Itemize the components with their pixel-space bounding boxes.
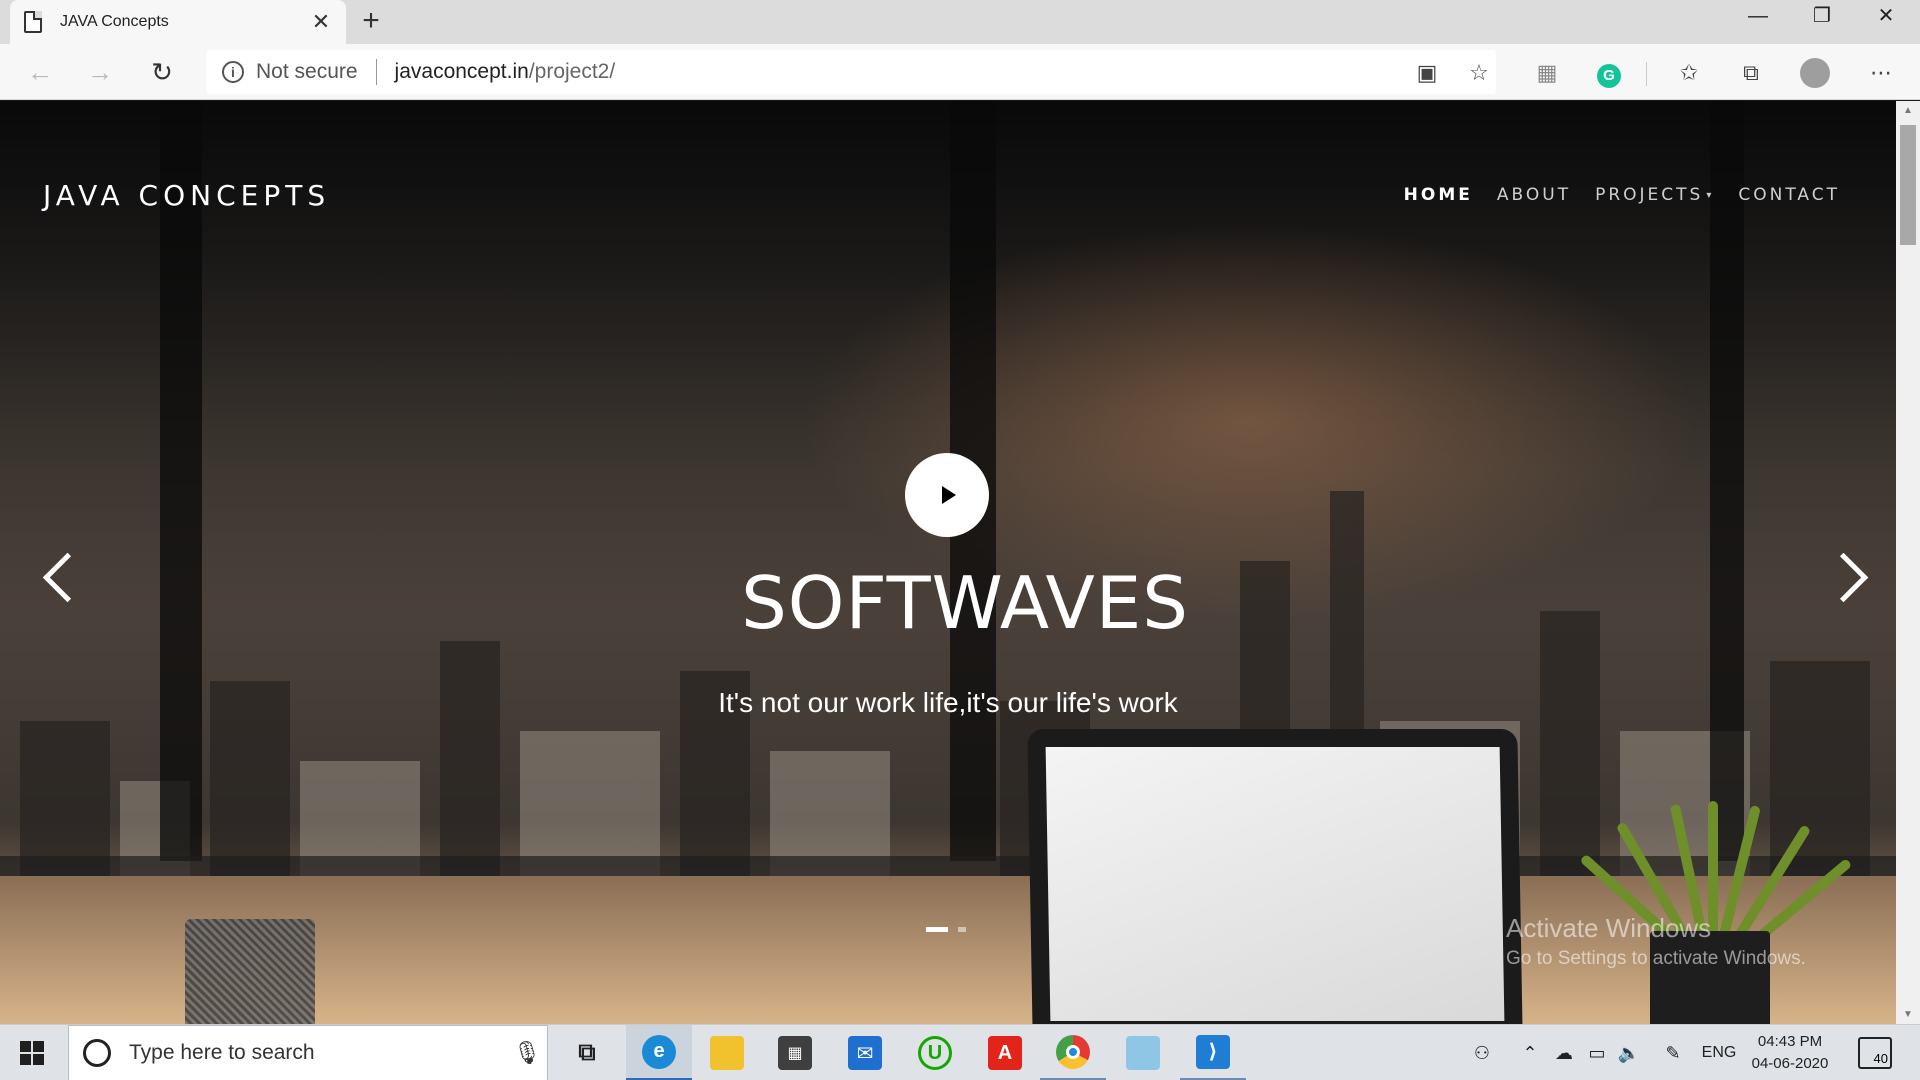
restore-button[interactable]: ❐ xyxy=(1790,0,1854,32)
activate-windows-watermark: Activate Windows Go to Settings to activ… xyxy=(1506,913,1806,970)
play-icon xyxy=(942,486,956,504)
grammarly-icon[interactable]: G xyxy=(1594,58,1624,88)
pencil-cup-image xyxy=(185,919,315,1025)
grammarly-badge: G xyxy=(1597,64,1621,88)
nav-about[interactable]: ABOUT xyxy=(1497,185,1571,205)
profile-avatar-icon[interactable] xyxy=(1800,58,1830,88)
windows-start-icon[interactable] xyxy=(14,1037,54,1069)
edge-icon: e xyxy=(642,1034,676,1069)
people-icon[interactable]: ⚇ xyxy=(1464,1025,1500,1080)
new-tab-button[interactable]: + xyxy=(356,6,386,36)
site-logo[interactable]: JAVA CONCEPTS xyxy=(43,179,330,212)
nav-home[interactable]: HOME xyxy=(1404,185,1473,205)
taskbar-search-input[interactable]: Type here to search 🎙 xyxy=(68,1025,548,1080)
folder-icon xyxy=(710,1036,744,1070)
upwork-taskbar-icon[interactable]: U xyxy=(902,1025,968,1080)
chrome-center xyxy=(1066,1044,1080,1059)
vscode-icon: ⟩ xyxy=(1196,1034,1230,1069)
security-label: Not secure xyxy=(256,60,358,83)
tab-strip: JAVA Concepts ✕ + — ❐ ✕ xyxy=(0,0,1920,44)
notepad-taskbar-icon[interactable] xyxy=(1110,1025,1176,1080)
notepad-icon xyxy=(1126,1036,1160,1070)
watermark-title: Activate Windows xyxy=(1506,913,1712,943)
chevron-up-icon[interactable]: ⌃ xyxy=(1516,1025,1544,1080)
pen-icon[interactable]: ✎ xyxy=(1656,1025,1690,1080)
laptop-image xyxy=(1027,729,1523,1025)
onedrive-icon[interactable]: ☁ xyxy=(1548,1025,1580,1080)
favorite-star-icon[interactable]: ☆ xyxy=(1464,58,1494,88)
window-frame xyxy=(160,101,202,861)
minimize-button[interactable]: — xyxy=(1726,0,1790,32)
forward-button[interactable]: → xyxy=(84,56,116,88)
acrobat-taskbar-icon[interactable]: A xyxy=(972,1025,1038,1080)
browser-tab[interactable]: JAVA Concepts ✕ xyxy=(10,0,346,44)
back-button[interactable]: ← xyxy=(24,56,56,88)
chevron-down-icon: ▾ xyxy=(1706,189,1715,201)
clock-date: 04-06-2020 xyxy=(1751,1055,1829,1072)
taskbar: Type here to search 🎙 ⧉ e ▦ ✉ U A ⟩ ⚇ ⌃ … xyxy=(0,1024,1920,1080)
battery-icon[interactable]: ▭ xyxy=(1582,1025,1612,1080)
play-video-button[interactable] xyxy=(905,453,989,537)
carousel-indicator-2[interactable] xyxy=(958,927,966,932)
cortana-icon xyxy=(83,1039,111,1067)
refresh-button[interactable]: ↻ xyxy=(146,56,178,88)
collections-icon[interactable]: ⧉ xyxy=(1736,58,1766,88)
task-view-icon[interactable]: ⧉ xyxy=(554,1025,620,1080)
favorites-icon[interactable]: ✩ xyxy=(1674,58,1704,88)
notification-center-icon[interactable]: 40 xyxy=(1858,1037,1892,1069)
site-nav: HOME ABOUT PROJECTS ▾ CONTACT xyxy=(1404,185,1840,205)
search-placeholder: Type here to search xyxy=(129,1041,315,1064)
upwork-icon: U xyxy=(918,1036,952,1070)
carousel-indicator-1[interactable] xyxy=(926,927,948,932)
mail-icon: ✉ xyxy=(848,1036,882,1070)
notification-count: 40 xyxy=(1873,1051,1888,1066)
task-view-glyph: ⧉ xyxy=(578,1039,596,1066)
file-explorer-taskbar-icon[interactable] xyxy=(694,1025,760,1080)
read-aloud-icon[interactable]: ▣ xyxy=(1412,58,1442,88)
chrome-taskbar-icon[interactable] xyxy=(1040,1025,1106,1080)
scroll-down-icon[interactable]: ▼ xyxy=(1896,1005,1920,1025)
close-window-button[interactable]: ✕ xyxy=(1854,0,1918,32)
page-icon xyxy=(24,11,42,33)
info-icon[interactable]: i xyxy=(222,61,244,83)
avatar xyxy=(1800,58,1830,88)
url-text[interactable]: javaconcept.in/project2/ xyxy=(395,60,616,84)
window-frame xyxy=(1710,101,1744,861)
watermark-subtitle: Go to Settings to activate Windows. xyxy=(1506,948,1806,969)
clock-time: 04:43 PM xyxy=(1757,1033,1823,1050)
vertical-scrollbar[interactable]: ▲ ▼ xyxy=(1896,101,1920,1025)
extension-icon[interactable]: ▦ xyxy=(1532,58,1562,88)
language-indicator[interactable]: ENG xyxy=(1698,1025,1740,1080)
pdf-icon: A xyxy=(988,1036,1022,1070)
hero-carousel: JAVA CONCEPTS HOME ABOUT PROJECTS ▾ CONTA… xyxy=(0,101,1896,1025)
store-icon: ▦ xyxy=(778,1036,812,1070)
more-menu-icon[interactable]: ⋯ xyxy=(1866,58,1896,88)
nav-contact[interactable]: CONTACT xyxy=(1738,185,1840,205)
nav-projects-label: PROJECTS xyxy=(1595,185,1704,205)
chrome-icon xyxy=(1056,1034,1090,1069)
mail-taskbar-icon[interactable]: ✉ xyxy=(832,1025,898,1080)
url-path: /project2/ xyxy=(528,60,616,83)
laptop-display xyxy=(1045,747,1505,1021)
vscode-taskbar-icon[interactable]: ⟩ xyxy=(1180,1025,1246,1080)
microphone-icon[interactable]: 🎙 xyxy=(507,1040,547,1066)
volume-icon[interactable]: 🔈 xyxy=(1614,1025,1644,1080)
edge-taskbar-icon[interactable]: e xyxy=(626,1025,692,1080)
divider xyxy=(375,59,377,85)
clock[interactable]: 04:43 PM 04-06-2020 xyxy=(1742,1031,1838,1075)
hero-title: SOFTWAVES xyxy=(741,561,1189,645)
scrollbar-thumb[interactable] xyxy=(1900,125,1916,245)
scroll-up-icon[interactable]: ▲ xyxy=(1896,101,1920,121)
tab-title: JAVA Concepts xyxy=(60,13,169,30)
store-taskbar-icon[interactable]: ▦ xyxy=(762,1025,828,1080)
nav-projects[interactable]: PROJECTS ▾ xyxy=(1595,185,1714,205)
hero-subtitle: It's not our work life,it's our life's w… xyxy=(718,687,1178,718)
page-viewport: JAVA CONCEPTS HOME ABOUT PROJECTS ▾ CONTA… xyxy=(0,101,1920,1025)
carousel-indicators xyxy=(926,927,966,932)
close-tab-icon[interactable]: ✕ xyxy=(310,9,332,35)
url-host: javaconcept.in xyxy=(394,60,529,83)
divider xyxy=(1646,62,1647,86)
address-bar[interactable]: i Not secure javaconcept.in/project2/ xyxy=(206,50,1496,94)
toolbar: ← → ↻ i Not secure javaconcept.in/projec… xyxy=(0,44,1920,100)
